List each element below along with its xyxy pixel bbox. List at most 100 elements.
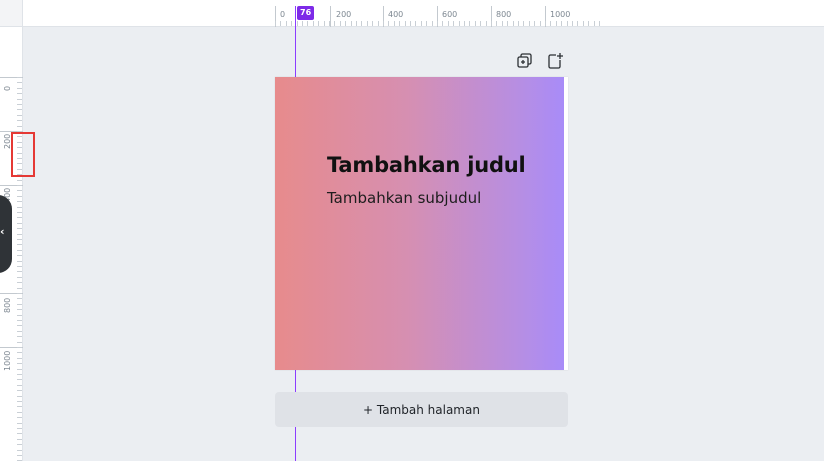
- ruler-minor-tick: [17, 363, 22, 364]
- chevron-left-icon: ‹: [0, 225, 5, 238]
- ruler-minor-tick: [17, 288, 22, 289]
- collapse-panel-button[interactable]: ‹: [0, 195, 12, 273]
- ruler-minor-tick: [313, 21, 314, 26]
- ruler-minor-tick: [17, 293, 22, 294]
- ruler-minor-tick: [17, 266, 22, 267]
- ruler-minor-tick: [496, 21, 497, 26]
- ruler-minor-tick: [17, 433, 22, 434]
- ruler-minor-tick: [17, 212, 22, 213]
- ruler-minor-tick: [17, 261, 22, 262]
- ruler-minor-tick: [334, 21, 335, 26]
- ruler-label: 1000: [3, 350, 12, 371]
- ruler-minor-tick: [399, 21, 400, 26]
- ruler-minor-tick: [394, 21, 395, 26]
- ruler-minor-tick: [17, 309, 22, 310]
- ruler-minor-tick: [17, 412, 22, 413]
- ruler-minor-tick: [17, 315, 22, 316]
- ruler-minor-tick: [556, 21, 557, 26]
- position-marker[interactable]: 76: [297, 6, 315, 20]
- ruler-minor-tick: [329, 21, 330, 26]
- ruler-minor-tick: [302, 21, 303, 26]
- page-title-text[interactable]: Tambahkan judul: [327, 153, 526, 177]
- ruler-minor-tick: [17, 126, 22, 127]
- ruler-minor-tick: [507, 21, 508, 26]
- ruler-minor-tick: [17, 450, 22, 451]
- ruler-minor-tick: [567, 21, 568, 26]
- page-subtitle-text[interactable]: Tambahkan subjudul: [327, 189, 481, 207]
- ruler-minor-tick: [367, 21, 368, 26]
- ruler-minor-tick: [17, 185, 22, 186]
- ruler-minor-tick: [475, 21, 476, 26]
- ruler-label: 0: [3, 85, 12, 91]
- ruler-label: 0: [280, 10, 286, 19]
- ruler-minor-tick: [545, 21, 546, 26]
- ruler-minor-tick: [378, 21, 379, 26]
- page-edge: [564, 77, 568, 370]
- ruler-minor-tick: [513, 21, 514, 26]
- ruler-minor-tick: [361, 21, 362, 26]
- ruler-minor-tick: [17, 325, 22, 326]
- ruler-minor-tick: [17, 93, 22, 94]
- ruler-minor-tick: [17, 304, 22, 305]
- highlight-annotation: [11, 132, 35, 177]
- ruler-minor-tick: [518, 21, 519, 26]
- ruler-minor-tick: [437, 21, 438, 26]
- ruler-minor-tick: [356, 21, 357, 26]
- add-page-button[interactable]: + Tambah halaman: [275, 392, 568, 427]
- ruler-minor-tick: [442, 21, 443, 26]
- ruler-minor-tick: [561, 21, 562, 26]
- ruler-minor-tick: [17, 336, 22, 337]
- ruler-minor-tick: [340, 21, 341, 26]
- ruler-minor-tick: [572, 21, 573, 26]
- ruler-label: 800: [496, 10, 512, 19]
- ruler-minor-tick: [17, 223, 22, 224]
- ruler-minor-tick: [491, 21, 492, 26]
- ruler-minor-tick: [540, 21, 541, 26]
- ruler-label: 400: [388, 10, 404, 19]
- ruler-minor-tick: [388, 21, 389, 26]
- ruler-corner: [0, 0, 23, 27]
- ruler-minor-tick: [17, 201, 22, 202]
- ruler-minor-tick: [17, 342, 22, 343]
- ruler-minor-tick: [502, 21, 503, 26]
- ruler-minor-tick: [17, 277, 22, 278]
- ruler-minor-tick: [17, 444, 22, 445]
- ruler-minor-tick: [318, 21, 319, 26]
- ruler-minor-tick: [17, 352, 22, 353]
- ruler-minor-tick: [599, 21, 600, 26]
- ruler-label: 200: [336, 10, 352, 19]
- ruler-minor-tick: [17, 379, 22, 380]
- ruler-minor-tick: [448, 21, 449, 26]
- add-page-icon[interactable]: [546, 52, 564, 70]
- ruler-minor-tick: [17, 120, 22, 121]
- ruler-minor-tick: [17, 369, 22, 370]
- ruler-minor-tick: [17, 439, 22, 440]
- ruler-minor-tick: [588, 21, 589, 26]
- ruler-minor-tick: [405, 21, 406, 26]
- ruler-minor-tick: [17, 396, 22, 397]
- ruler-minor-tick: [17, 374, 22, 375]
- ruler-minor-tick: [17, 331, 22, 332]
- ruler-minor-tick: [345, 21, 346, 26]
- ruler-minor-tick: [464, 21, 465, 26]
- ruler-minor-tick: [280, 21, 281, 26]
- duplicate-page-icon[interactable]: [515, 52, 533, 70]
- ruler-minor-tick: [17, 228, 22, 229]
- ruler-minor-tick: [594, 21, 595, 26]
- ruler-minor-tick: [17, 99, 22, 100]
- ruler-minor-tick: [426, 21, 427, 26]
- design-page[interactable]: Tambahkan judul Tambahkan subjudul: [275, 77, 568, 370]
- ruler-minor-tick: [534, 21, 535, 26]
- ruler-minor-tick: [550, 21, 551, 26]
- ruler-minor-tick: [17, 320, 22, 321]
- ruler-minor-tick: [17, 250, 22, 251]
- ruler-minor-tick: [17, 180, 22, 181]
- ruler-minor-tick: [17, 239, 22, 240]
- ruler-minor-tick: [17, 282, 22, 283]
- ruler-minor-tick: [480, 21, 481, 26]
- ruler-minor-tick: [459, 21, 460, 26]
- ruler-minor-tick: [415, 21, 416, 26]
- ruler-minor-tick: [324, 21, 325, 26]
- ruler-minor-tick: [17, 104, 22, 105]
- ruler-minor-tick: [17, 423, 22, 424]
